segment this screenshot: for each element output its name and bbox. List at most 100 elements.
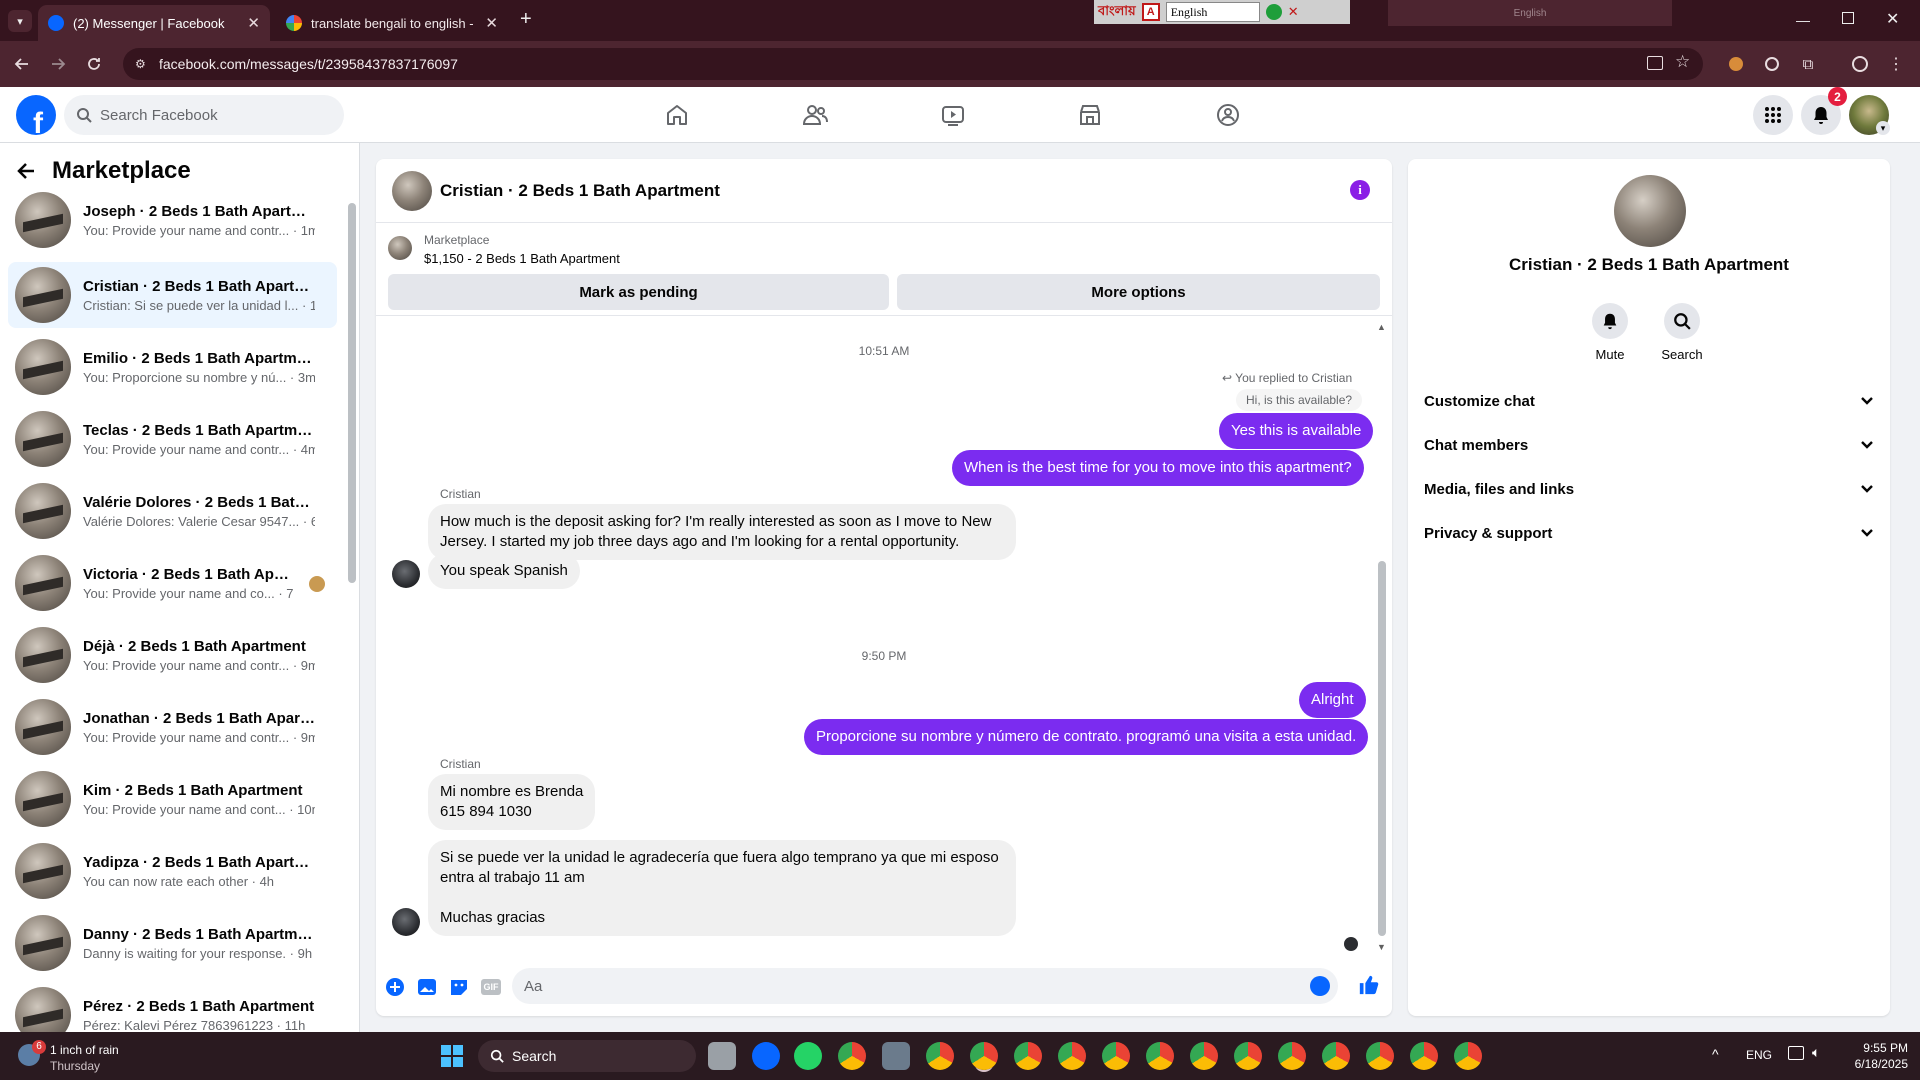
whatsapp-icon[interactable] [794,1042,822,1070]
chrome-profile-icon[interactable] [1366,1042,1394,1070]
site-info-icon[interactable]: ⚙ [135,57,149,71]
start-button[interactable] [440,1044,464,1068]
mute-button[interactable]: Mute [1580,303,1640,362]
back-arrow-icon[interactable] [16,161,36,181]
address-bar[interactable]: ⚙ facebook.com/messages/t/23958437837176… [123,48,1703,80]
contact-avatar[interactable] [1614,175,1686,247]
extensions-puzzle-icon[interactable]: ⧉ [1798,54,1818,74]
minimize-button[interactable]: — [1796,12,1812,28]
chrome-profile-icon[interactable] [970,1042,998,1070]
chrome-profile-icon[interactable] [926,1042,954,1070]
search-in-chat-button[interactable]: Search [1652,303,1712,362]
outgoing-message[interactable]: Yes this is available [1219,413,1374,449]
media-files-links-section[interactable]: Media, files and links [1424,467,1874,511]
install-app-icon[interactable] [1647,56,1663,70]
conversation-item-selected[interactable]: Cristian · 2 Beds 1 Bath Apartment Cristi… [8,262,337,328]
conversation-item[interactable]: Valérie Dolores · 2 Beds 1 Bath A... Valé… [8,478,337,544]
download-icon[interactable] [1265,4,1282,20]
weather-widget[interactable]: 6 1 inch of rain Thursday [18,1040,148,1074]
conversation-item[interactable]: Déjà · 2 Beds 1 Bath Apartment You: Provi… [8,622,337,688]
message-input[interactable]: Aa [512,968,1338,1004]
bookmark-star-icon[interactable]: ☆ [1675,52,1690,72]
conversation-item[interactable]: Victoria · 2 Beds 1 Bath Apart... You: Pr… [8,550,337,616]
chat-title[interactable]: Cristian · 2 Beds 1 Bath Apartment [440,181,720,201]
incoming-message[interactable]: How much is the deposit asking for? I'm … [428,504,1016,560]
emoji-icon[interactable] [1310,976,1330,996]
chrome-profile-icon[interactable] [1102,1042,1130,1070]
tab-search-button[interactable]: ▾ [8,10,32,32]
browser-menu-icon[interactable]: ⋮ [1886,54,1906,74]
chrome-profile-icon[interactable] [1278,1042,1306,1070]
listing-price-title[interactable]: $1,150 - 2 Beds 1 Bath Apartment [424,251,620,266]
tray-chevron-icon[interactable]: ^ [1712,1046,1719,1062]
conversation-list-scrollbar[interactable] [348,203,356,583]
gaming-nav[interactable] [1210,97,1246,133]
clock[interactable]: 9:55 PM 6/18/2025 [1838,1040,1908,1072]
outgoing-message[interactable]: When is the best time for you to move in… [952,450,1364,486]
chrome-profile-icon[interactable] [1410,1042,1438,1070]
chat-avatar[interactable] [392,170,432,211]
taskbar-search[interactable]: Search [478,1040,696,1072]
chrome-profile-icon[interactable] [1058,1042,1086,1070]
new-tab-button[interactable]: + [520,8,540,32]
friends-nav[interactable] [797,97,833,133]
chrome-profile-icon[interactable] [1146,1042,1174,1070]
marketplace-nav[interactable] [1072,97,1108,133]
account-chevron-icon[interactable]: ▾ [1876,121,1890,135]
message-scrollbar[interactable] [1378,561,1386,936]
conversation-item[interactable]: Yadipza · 2 Beds 1 Bath Apartment You can… [8,838,337,904]
chat-members-section[interactable]: Chat members [1424,423,1874,467]
facebook-logo[interactable]: f [16,95,56,135]
conversation-item[interactable]: Pérez · 2 Beds 1 Bath Apartment Pérez: Ka… [8,982,337,1032]
close-tab-icon[interactable]: ✕ [485,16,498,31]
scroll-down-arrow-icon[interactable]: ▼ [1377,942,1386,952]
tab-messenger[interactable]: (2) Messenger | Facebook ✕ [38,5,270,41]
conversation-item[interactable]: Danny · 2 Beds 1 Bath Apartment Danny is … [8,910,337,976]
volume-icon[interactable]: 🔈︎ [1812,1044,1820,1061]
profile-icon[interactable] [1850,54,1870,74]
chrome-profile-icon[interactable] [1454,1042,1482,1070]
menu-button[interactable] [1753,95,1793,135]
chrome-icon[interactable] [838,1042,866,1070]
language-select[interactable]: English [1165,2,1260,22]
facebook-app-icon[interactable] [752,1042,780,1070]
conversation-item[interactable]: Kim · 2 Beds 1 Bath Apartment You: Provid… [8,766,337,832]
photo-icon[interactable] [416,976,438,998]
info-icon[interactable]: i [1350,180,1370,200]
like-thumb-icon[interactable] [1358,974,1380,996]
incoming-message[interactable]: Si se puede ver la unidad le agradecería… [428,840,1016,936]
back-button[interactable] [12,54,32,74]
forward-button[interactable] [48,54,68,74]
sticker-icon[interactable] [448,976,470,998]
chrome-profile-icon[interactable] [1190,1042,1218,1070]
mark-as-pending-button[interactable]: Mark as pending [388,274,889,310]
extension-1-icon[interactable] [1726,54,1746,74]
listing-thumbnail[interactable] [388,236,412,260]
conversation-item[interactable]: Teclas · 2 Beds 1 Bath Apartment You: Pro… [8,406,337,472]
privacy-support-section[interactable]: Privacy & support [1424,511,1874,555]
search-facebook-input[interactable]: Search Facebook [64,95,344,135]
close-window-button[interactable]: ✕ [1886,9,1899,29]
task-view-icon[interactable] [708,1042,736,1070]
tab-translate[interactable]: translate bengali to english - Go ✕ [276,5,508,41]
outgoing-message[interactable]: Alright [1299,682,1366,718]
chrome-profile-icon[interactable] [1014,1042,1042,1070]
chrome-profile-icon[interactable] [1322,1042,1350,1070]
app-icon[interactable] [882,1042,910,1070]
customize-chat-section[interactable]: Customize chat [1424,379,1874,423]
input-language[interactable]: ENG [1746,1048,1772,1062]
conversation-item[interactable]: Emilio · 2 Beds 1 Bath Apartment You: Pro… [8,334,337,400]
home-nav[interactable] [659,97,695,133]
conversation-item[interactable]: Jonathan · 2 Beds 1 Bath Apartm... You: P… [8,694,337,760]
reload-button[interactable] [84,54,104,74]
gif-icon[interactable]: GIF [480,976,502,998]
chrome-profile-icon[interactable] [1234,1042,1262,1070]
extension-2-icon[interactable] [1762,54,1782,74]
close-translator-icon[interactable]: ✕ [1288,4,1299,20]
conversation-item[interactable]: Joseph · 2 Beds 1 Bath Apartment You: Pro… [8,187,337,253]
network-icon[interactable] [1788,1046,1804,1060]
add-icon[interactable] [384,976,406,998]
more-options-button[interactable]: More options [897,274,1380,310]
restore-button[interactable] [1842,12,1854,24]
scroll-up-arrow-icon[interactable]: ▲ [1377,322,1386,332]
